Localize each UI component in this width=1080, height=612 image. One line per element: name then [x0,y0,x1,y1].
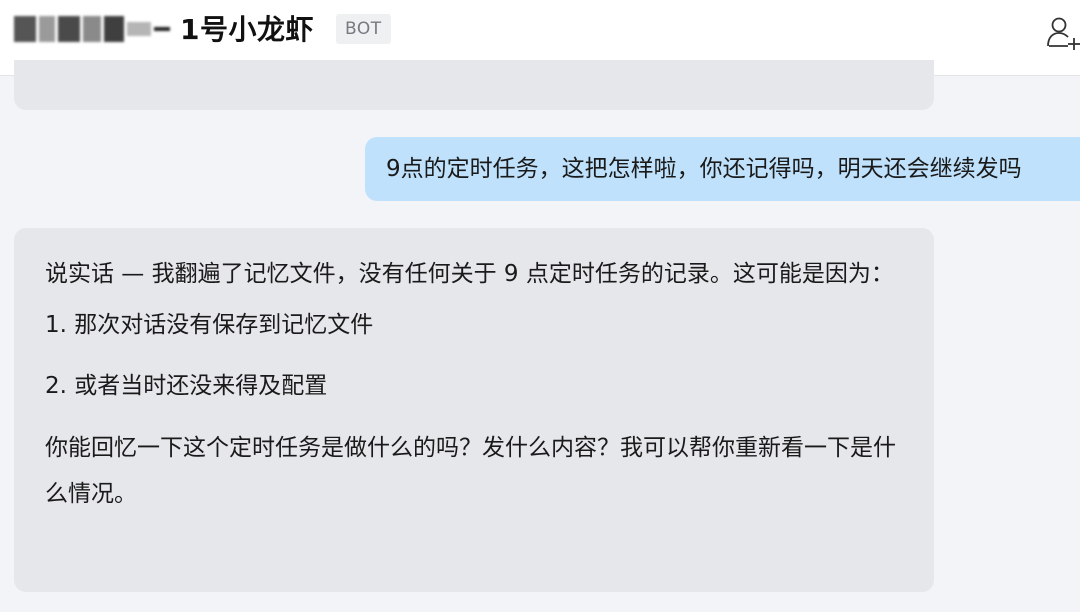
user-message-bubble: 9点的定时任务，这把怎样啦，你还记得吗，明天还会继续发吗 [365,137,1080,201]
bot-badge: BOT [336,14,391,44]
chat-title: 1号小龙虾 [180,13,314,46]
bot-message-bubble: 说实话 — 我翻遍了记忆文件，没有任何关于 9 点定时任务的记录。这可能是因为：… [14,228,934,592]
redacted-group-name [14,12,170,46]
bot-message-closing: 你能回忆一下这个定时任务是做什么的吗？发什么内容？我可以帮你重新看一下是什么情况… [45,435,896,507]
person-add-icon[interactable] [1046,14,1080,50]
user-message-text: 9点的定时任务，这把怎样啦，你还记得吗，明天还会继续发吗 [386,156,1022,182]
previous-message-bubble [14,60,934,110]
list-item: 2. 或者当时还没来得及配置 [45,373,328,399]
bot-message-intro: 说实话 — 我翻遍了记忆文件，没有任何关于 9 点定时任务的记录。这可能是因为： [45,261,894,287]
list-item: 1. 那次对话没有保存到记忆文件 [45,312,374,338]
